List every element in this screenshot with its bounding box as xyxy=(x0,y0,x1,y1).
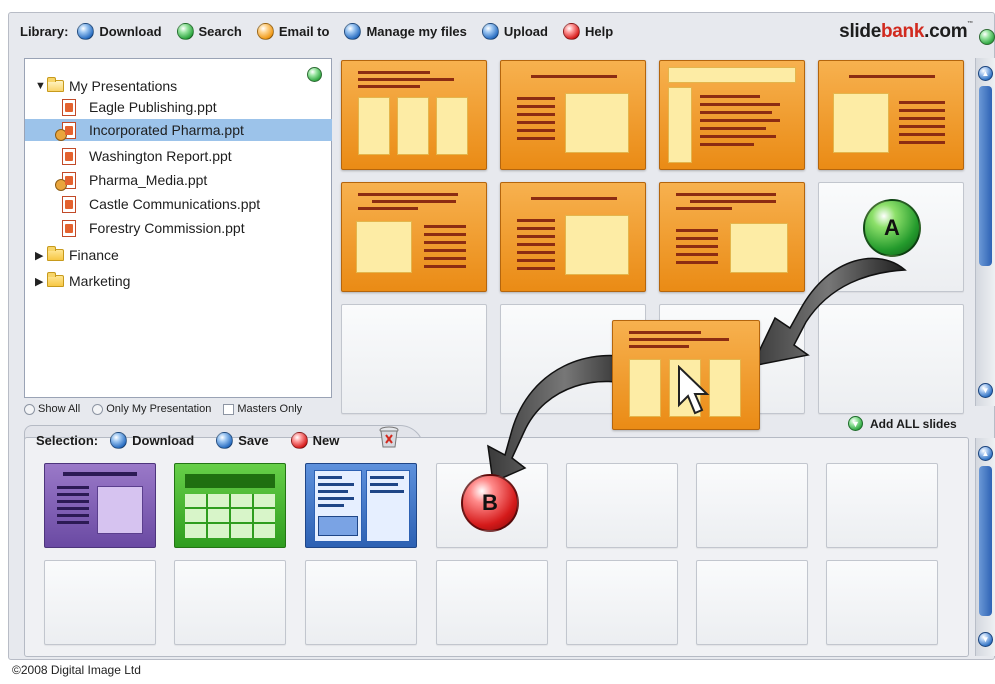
tree-file[interactable]: Washington Report.ppt xyxy=(62,145,232,167)
expanded-arrow-icon[interactable]: ▼ xyxy=(35,80,47,92)
selection-download-button[interactable]: Download xyxy=(110,432,194,449)
radio-icon xyxy=(24,403,35,415)
ppt-file-icon xyxy=(62,98,76,116)
badge-a: A xyxy=(863,199,921,257)
tree-file[interactable]: Forestry Commission.ppt xyxy=(62,217,245,239)
shared-ppt-file-icon xyxy=(55,121,76,141)
trash-icon[interactable] xyxy=(378,425,400,449)
selection-slide-empty[interactable] xyxy=(566,560,678,645)
manage-files-button[interactable]: Manage my files xyxy=(344,22,467,40)
library-slide[interactable] xyxy=(341,182,487,292)
selection-new-button[interactable]: New xyxy=(290,432,339,449)
scroll-down-icon[interactable]: ▼ xyxy=(978,632,993,647)
library-slide-empty[interactable] xyxy=(818,304,964,414)
selection-slide-empty[interactable] xyxy=(696,560,808,645)
masters-only-checkbox[interactable]: Masters Only xyxy=(223,403,302,415)
tree-file[interactable]: Pharma_Media.ppt xyxy=(55,169,207,191)
selection-slide-empty[interactable] xyxy=(305,560,417,645)
logo-refresh-icon[interactable] xyxy=(979,29,995,45)
selection-slide[interactable] xyxy=(305,463,417,548)
download-icon xyxy=(110,432,128,449)
download-button[interactable]: Download xyxy=(77,22,162,40)
selection-scrollbar[interactable]: ▲ ▼ xyxy=(975,438,995,656)
selection-slide[interactable] xyxy=(174,463,286,548)
scrollbar-thumb[interactable] xyxy=(979,466,992,616)
selection-slide-empty[interactable] xyxy=(566,463,678,548)
help-button[interactable]: Help xyxy=(562,22,613,40)
tree-folder-marketing[interactable]: ▶ Marketing xyxy=(35,270,130,292)
checkbox-icon xyxy=(223,403,235,415)
tree-file[interactable]: Eagle Publishing.ppt xyxy=(62,96,217,118)
upload-button[interactable]: Upload xyxy=(481,22,548,40)
library-slide[interactable] xyxy=(500,182,646,292)
ppt-file-icon xyxy=(62,195,76,213)
add-all-slides-button[interactable]: ▼ Add ALL slides xyxy=(848,416,957,431)
help-icon xyxy=(562,22,580,40)
ppt-file-icon xyxy=(62,147,76,165)
download-icon xyxy=(77,22,95,40)
scroll-up-icon[interactable]: ▲ xyxy=(978,446,993,461)
selection-save-button[interactable]: Save xyxy=(216,432,269,449)
add-down-arrow-icon: ▼ xyxy=(848,416,863,431)
library-slide-empty[interactable] xyxy=(341,304,487,414)
email-to-button[interactable]: Email to xyxy=(256,22,329,40)
tree-folder-finance[interactable]: ▶ Finance xyxy=(35,244,119,266)
ppt-file-icon xyxy=(62,219,76,237)
shared-ppt-file-icon xyxy=(55,171,76,191)
open-folder-icon xyxy=(47,77,64,92)
show-all-radio[interactable]: Show All xyxy=(24,403,80,415)
library-label: Library: xyxy=(20,23,69,39)
folder-icon xyxy=(47,246,64,261)
slidebank-logo: slidebank.com™ xyxy=(839,21,973,42)
search-icon xyxy=(176,22,194,40)
mouse-cursor-icon xyxy=(678,365,710,415)
manage-files-icon xyxy=(344,22,362,40)
new-icon xyxy=(290,432,308,449)
tree-file[interactable]: Castle Communications.ppt xyxy=(62,193,260,215)
library-menu-bar: Library: Download Search Email to Manage… xyxy=(8,12,995,50)
badge-b: B xyxy=(461,474,519,532)
collapsed-arrow-icon[interactable]: ▶ xyxy=(35,275,47,288)
only-my-presentation-radio[interactable]: Only My Presentation xyxy=(92,403,211,415)
selection-slide-empty[interactable] xyxy=(436,560,548,645)
selection-label: Selection: xyxy=(36,433,99,448)
scroll-up-icon[interactable]: ▲ xyxy=(978,66,993,81)
library-slide[interactable] xyxy=(341,60,487,170)
selection-toolbar: Selection: Download Save New xyxy=(36,432,361,449)
selection-slide-empty[interactable] xyxy=(826,463,938,548)
selection-slide-empty[interactable] xyxy=(826,560,938,645)
collapsed-arrow-icon[interactable]: ▶ xyxy=(35,249,47,262)
save-icon xyxy=(216,432,234,449)
search-button[interactable]: Search xyxy=(176,22,242,40)
library-slide[interactable] xyxy=(659,60,805,170)
slidebank-app: Library: Download Search Email to Manage… xyxy=(0,0,995,684)
scrollbar-thumb[interactable] xyxy=(979,86,992,266)
copyright-footer: ©2008 Digital Image Ltd xyxy=(12,663,141,677)
tree-filters: Show All Only My Presentation Masters On… xyxy=(24,403,314,415)
selection-slide-empty[interactable] xyxy=(696,463,808,548)
presentation-tree: ▼ My Presentations Eagle Publishing.ppt … xyxy=(24,58,332,398)
scroll-down-icon[interactable]: ▼ xyxy=(978,383,993,398)
selection-slide-empty[interactable] xyxy=(174,560,286,645)
tree-file-selected[interactable]: Incorporated Pharma.ppt xyxy=(25,119,332,141)
library-slide[interactable] xyxy=(818,60,964,170)
selection-slide[interactable] xyxy=(44,463,156,548)
tree-folder-my-presentations[interactable]: ▼ My Presentations xyxy=(35,75,177,97)
selection-slide-empty[interactable] xyxy=(44,560,156,645)
library-scrollbar[interactable]: ▲ ▼ xyxy=(975,58,995,406)
library-slide[interactable] xyxy=(500,60,646,170)
refresh-icon[interactable] xyxy=(307,67,322,82)
email-icon xyxy=(256,22,274,40)
upload-icon xyxy=(481,22,499,40)
radio-icon xyxy=(92,403,104,415)
folder-icon xyxy=(47,272,64,287)
library-slide[interactable] xyxy=(659,182,805,292)
